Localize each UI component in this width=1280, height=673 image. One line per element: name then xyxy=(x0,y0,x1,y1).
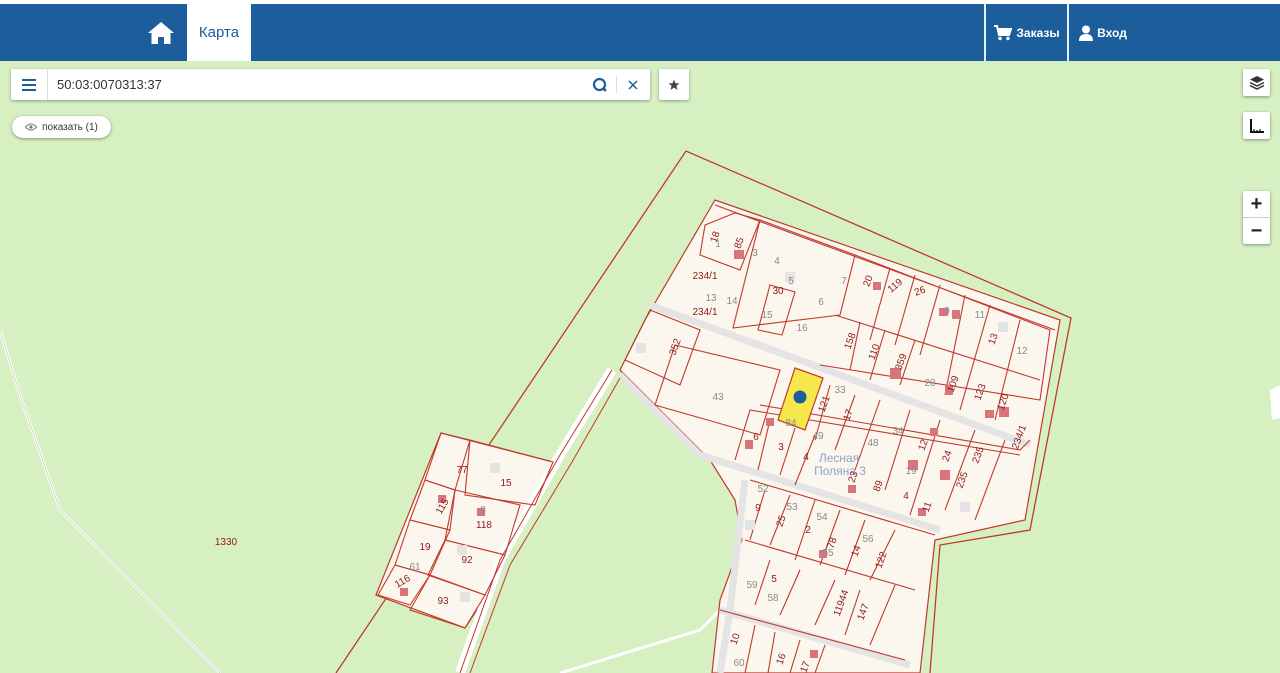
plot-label: 8 xyxy=(480,505,486,516)
plot-label: 6 xyxy=(818,297,824,308)
plot-label: 19 xyxy=(419,542,431,553)
star-icon xyxy=(668,79,680,90)
layers-button[interactable] xyxy=(1243,69,1270,96)
cart-icon xyxy=(994,24,1013,40)
plot-label: 2 xyxy=(805,525,811,536)
zoom-in-button[interactable]: + xyxy=(1243,191,1270,218)
tab-map[interactable]: Карта xyxy=(187,4,251,61)
plot-label: 60 xyxy=(733,658,745,669)
plot-label: 49 xyxy=(812,431,824,442)
menu-icon xyxy=(22,78,36,91)
search-box xyxy=(11,69,650,100)
measure-button[interactable] xyxy=(1243,112,1270,139)
plot-label: 13 xyxy=(705,293,717,304)
plot-label: 3 xyxy=(778,442,784,453)
plot-label: 4 xyxy=(774,256,780,267)
plot-label: 118 xyxy=(476,520,492,531)
plot-label: 11 xyxy=(975,310,986,321)
plot-label: 16 xyxy=(796,323,808,334)
orders-label: Заказы xyxy=(1016,25,1060,40)
plot-label: 5 xyxy=(788,276,794,287)
plot-label: 1330 xyxy=(215,537,238,548)
plot-label: 53 xyxy=(786,502,798,513)
show-results-label: показать (1) xyxy=(42,121,98,133)
plot-label: 77 xyxy=(456,465,468,476)
plot-label: 54 xyxy=(816,512,828,523)
plot-label: 6 xyxy=(753,432,759,443)
plot-label: 7 xyxy=(841,276,847,287)
plot-label: 15 xyxy=(500,478,512,489)
orders-button[interactable]: Заказы xyxy=(984,4,1068,61)
plot-label: 92 xyxy=(461,555,473,566)
place-name-line1: Лесная xyxy=(819,451,859,465)
selected-parcel-marker[interactable] xyxy=(793,390,807,404)
plot-label: 30 xyxy=(772,286,784,297)
plot-label: 93 xyxy=(437,596,449,607)
home-icon xyxy=(148,22,174,44)
plot-label: 58 xyxy=(767,593,779,604)
user-icon xyxy=(1079,25,1094,41)
plot-label: 20 xyxy=(924,378,936,389)
show-results-button[interactable]: показать (1) xyxy=(12,116,111,138)
plot-label: 3 xyxy=(752,248,758,259)
plot-label: 1 xyxy=(715,239,721,250)
plot-label: 43 xyxy=(712,392,724,403)
close-icon[interactable] xyxy=(623,75,643,95)
plot-label: 56 xyxy=(862,534,874,545)
plot-label: 52 xyxy=(757,484,769,495)
plot-label: 15 xyxy=(761,310,773,321)
search-icon[interactable] xyxy=(590,75,610,95)
plot-label: 9 xyxy=(944,306,950,317)
top-navbar: Карта Заказы Вход xyxy=(0,4,1280,61)
zoom-control: + − xyxy=(1243,191,1270,244)
plot-label: 14 xyxy=(726,296,738,307)
plot-label: 12 xyxy=(1016,346,1028,357)
plot-label: 19 xyxy=(905,466,917,477)
ruler-icon xyxy=(1249,118,1264,133)
plot-label: 33 xyxy=(834,385,846,396)
search-input[interactable] xyxy=(57,69,577,100)
plot-label: 9 xyxy=(755,503,761,514)
plot-label: 4 xyxy=(803,452,809,463)
plot-label: 48 xyxy=(867,438,879,449)
login-button[interactable]: Вход xyxy=(1067,4,1137,61)
layers-icon xyxy=(1249,76,1264,90)
eye-icon xyxy=(25,123,38,131)
favorite-button[interactable] xyxy=(659,69,689,100)
plot-label: 234/1 xyxy=(692,271,717,282)
menu-button[interactable] xyxy=(11,69,48,100)
zoom-out-button[interactable]: − xyxy=(1243,218,1270,244)
login-label: Вход xyxy=(1097,25,1127,40)
plot-label: 5 xyxy=(771,574,777,585)
cadastral-map[interactable]: Лесная Поляна 3 181 85345 7 20 119 269 11234/1… xyxy=(0,61,1280,673)
search-divider xyxy=(616,76,617,93)
plot-label: 55 xyxy=(822,548,834,559)
plot-label: 61 xyxy=(409,562,421,573)
plot-label: 84 xyxy=(785,418,797,429)
plot-label: 59 xyxy=(746,580,758,591)
plot-label: 34 xyxy=(892,426,904,437)
plot-label: 4 xyxy=(903,491,909,502)
home-button[interactable] xyxy=(141,14,181,52)
plot-label: 234/1 xyxy=(692,307,717,318)
